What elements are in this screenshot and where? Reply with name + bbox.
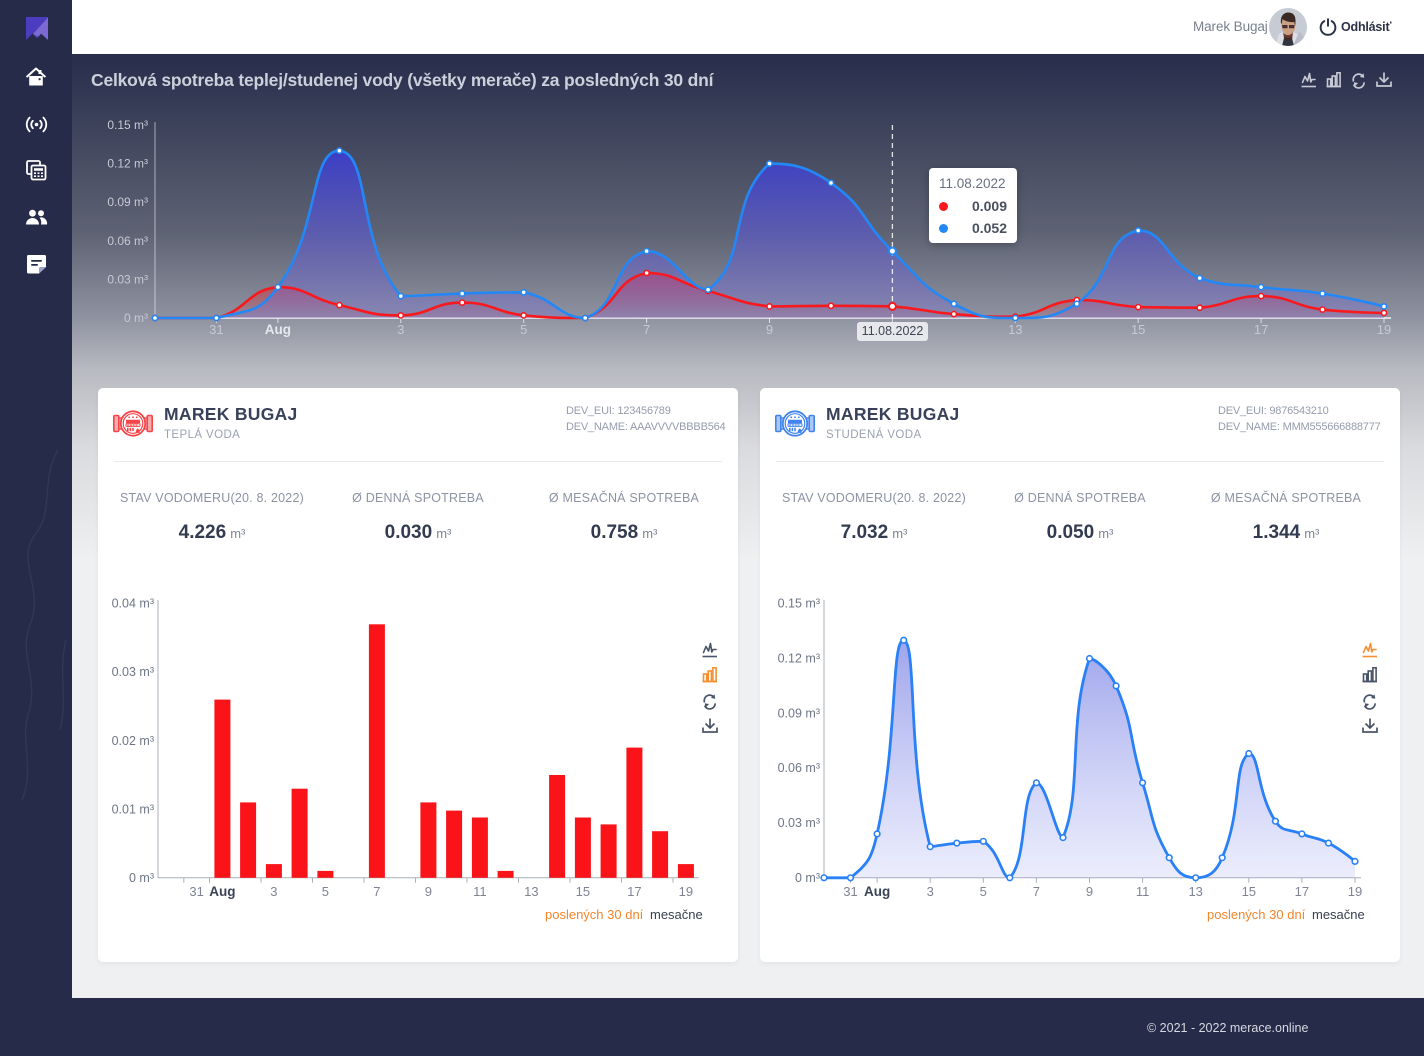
svg-text:17: 17 bbox=[1295, 884, 1309, 899]
svg-text:7: 7 bbox=[1033, 884, 1040, 899]
svg-text:17: 17 bbox=[627, 884, 641, 899]
svg-text:0.06 m³: 0.06 m³ bbox=[778, 761, 820, 775]
svg-text:9: 9 bbox=[1086, 884, 1093, 899]
svg-text:13: 13 bbox=[1008, 322, 1022, 337]
svg-text:5: 5 bbox=[980, 884, 987, 899]
svg-text:Aug: Aug bbox=[265, 322, 291, 337]
svg-text:31: 31 bbox=[209, 322, 223, 337]
svg-text:0.12 m³: 0.12 m³ bbox=[778, 652, 820, 666]
svg-text:15: 15 bbox=[576, 884, 590, 899]
svg-text:0.15 m³: 0.15 m³ bbox=[778, 597, 820, 611]
svg-text:0.09 m³: 0.09 m³ bbox=[778, 706, 820, 720]
svg-text:0.15 m³: 0.15 m³ bbox=[107, 118, 148, 132]
svg-text:3: 3 bbox=[397, 322, 404, 337]
svg-text:0 m³: 0 m³ bbox=[795, 871, 820, 885]
svg-text:13: 13 bbox=[524, 884, 538, 899]
svg-text:17: 17 bbox=[1254, 322, 1268, 337]
svg-text:5: 5 bbox=[322, 884, 329, 899]
svg-text:0 m³: 0 m³ bbox=[124, 311, 148, 325]
svg-text:31: 31 bbox=[189, 884, 203, 899]
svg-text:5: 5 bbox=[520, 322, 527, 337]
svg-text:9: 9 bbox=[425, 884, 432, 899]
svg-text:0.06 m³: 0.06 m³ bbox=[107, 234, 148, 248]
svg-text:13: 13 bbox=[1188, 884, 1202, 899]
svg-text:3: 3 bbox=[270, 884, 277, 899]
svg-text:15: 15 bbox=[1131, 322, 1145, 337]
svg-text:0.03 m³: 0.03 m³ bbox=[107, 272, 148, 286]
svg-text:31: 31 bbox=[843, 884, 857, 899]
svg-text:0.12 m³: 0.12 m³ bbox=[107, 157, 148, 171]
svg-text:15: 15 bbox=[1242, 884, 1256, 899]
svg-text:19: 19 bbox=[1348, 884, 1362, 899]
svg-text:11: 11 bbox=[473, 884, 487, 899]
svg-text:9: 9 bbox=[766, 322, 773, 337]
svg-text:19: 19 bbox=[679, 884, 693, 899]
svg-text:0.04 m³: 0.04 m³ bbox=[112, 597, 154, 611]
svg-text:0.03 m³: 0.03 m³ bbox=[778, 816, 820, 830]
svg-text:7: 7 bbox=[373, 884, 380, 899]
svg-text:Aug: Aug bbox=[209, 884, 235, 899]
svg-text:0.09 m³: 0.09 m³ bbox=[107, 195, 148, 209]
svg-text:0.03 m³: 0.03 m³ bbox=[112, 665, 154, 679]
svg-text:7: 7 bbox=[643, 322, 650, 337]
svg-text:19: 19 bbox=[1377, 322, 1391, 337]
svg-text:11: 11 bbox=[1136, 884, 1150, 899]
svg-text:Aug: Aug bbox=[864, 884, 890, 899]
svg-text:0.02 m³: 0.02 m³ bbox=[112, 734, 154, 748]
svg-text:3: 3 bbox=[927, 884, 934, 899]
svg-text:0 m³: 0 m³ bbox=[129, 871, 154, 885]
svg-text:0.01 m³: 0.01 m³ bbox=[112, 802, 154, 816]
